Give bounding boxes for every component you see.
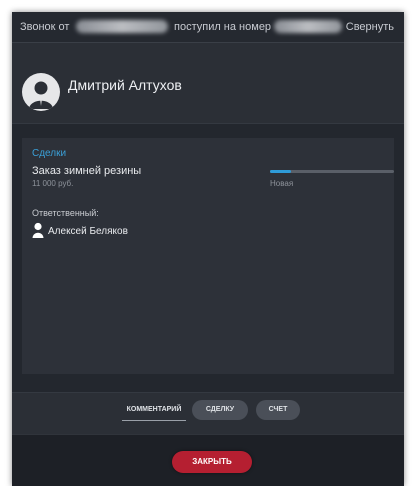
call-topbar: Звонок от поступил на номер Свернуть [12,12,404,43]
deal-stage-progress-fill [270,170,292,173]
responsible-label: Ответственный: [32,208,99,218]
call-prefix-text: Звонок от [20,21,70,33]
blurred-target-number [274,20,342,33]
responsible-name[interactable]: Алексей Беляков [48,226,128,237]
contact-header: Дмитрий Алтухов [12,43,404,123]
action-tabs: КОММЕНТАРИЙ СДЕЛКУ СЧЕТ [12,392,404,434]
deal-title[interactable]: Заказ зимней резины [32,165,141,177]
collapse-button[interactable]: Свернуть [346,21,394,33]
deals-section: Сделки Заказ зимней резины 11 000 руб. Н… [12,123,404,393]
tab-deal[interactable]: СДЕЛКУ [192,400,248,420]
call-middle-text: поступил на номер [174,21,272,33]
tab-invoice[interactable]: СЧЕТ [256,400,300,420]
tab-comment[interactable]: КОММЕНТАРИЙ [122,400,186,421]
deals-section-title: Сделки [32,148,67,159]
blurred-caller-number [76,20,168,33]
person-icon [29,81,53,109]
avatar[interactable] [22,73,60,111]
contact-name[interactable]: Дмитрий Алтухов [68,77,182,93]
footer: ЗАКРЫТЬ [12,434,404,486]
deal-stage-progress [270,170,394,173]
person-icon [32,222,44,243]
deal-price: 11 000 руб. [32,179,74,188]
deal-stage-label: Новая [270,179,294,188]
deals-panel: Сделки Заказ зимней резины 11 000 руб. Н… [22,138,394,374]
close-button[interactable]: ЗАКРЫТЬ [172,451,252,473]
call-notification-window: Звонок от поступил на номер Свернуть Дми… [12,12,404,486]
